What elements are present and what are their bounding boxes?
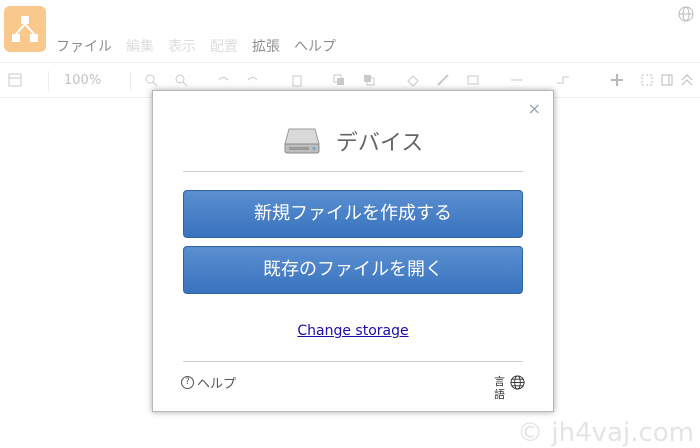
open-existing-file-button[interactable]: 既存のファイルを開く — [183, 246, 523, 294]
zoom-level[interactable]: 100% — [64, 73, 101, 88]
collapse-icon[interactable] — [680, 73, 694, 87]
divider — [183, 361, 523, 362]
app-logo — [4, 6, 46, 52]
watermark: © jh4vaj.com — [517, 418, 694, 448]
storage-dialog: × デバイス 新規ファイルを作成する 既存のファイルを開く Change sto… — [152, 90, 554, 412]
delete-icon[interactable] — [290, 73, 304, 87]
language-selector[interactable]: 言語 — [494, 375, 525, 401]
hard-drive-icon — [284, 128, 320, 154]
menu-bar: ファイル 編集 表示 配置 拡張 ヘルプ — [56, 36, 336, 56]
panel-icon[interactable] — [8, 73, 22, 87]
toolbar-divider — [130, 71, 131, 91]
help-link[interactable]: ? ヘルプ — [181, 373, 236, 392]
connection-icon[interactable] — [510, 73, 524, 87]
change-storage-link[interactable]: Change storage — [297, 323, 408, 339]
menu-extras[interactable]: 拡張 — [252, 36, 280, 56]
menu-arrange[interactable]: 配置 — [210, 36, 238, 56]
toolbar-divider — [48, 71, 49, 91]
line-color-icon[interactable] — [436, 73, 450, 87]
diagram-logo-icon — [12, 16, 38, 42]
zoom-in-icon[interactable] — [144, 73, 158, 87]
create-new-file-button[interactable]: 新規ファイルを作成する — [183, 190, 523, 238]
dialog-header: デバイス — [153, 125, 553, 161]
menu-file[interactable]: ファイル — [56, 36, 112, 56]
change-storage-row: Change storage — [153, 323, 553, 339]
fill-color-icon[interactable] — [406, 73, 420, 87]
help-icon: ? — [181, 376, 194, 389]
insert-icon[interactable] — [610, 73, 624, 87]
menu-edit[interactable]: 編集 — [126, 36, 154, 56]
undo-icon[interactable] — [216, 73, 230, 87]
close-button[interactable]: × — [528, 99, 541, 118]
zoom-out-icon[interactable] — [174, 73, 188, 87]
format-panel-icon[interactable] — [660, 73, 674, 87]
menu-help[interactable]: ヘルプ — [294, 36, 336, 56]
redo-icon[interactable] — [246, 73, 260, 87]
globe-icon — [510, 375, 525, 390]
shadow-icon[interactable] — [466, 73, 480, 87]
divider — [183, 171, 523, 172]
waypoints-icon[interactable] — [556, 73, 570, 87]
to-back-icon[interactable] — [362, 73, 376, 87]
help-label: ヘルプ — [197, 377, 237, 392]
globe-icon[interactable] — [678, 6, 694, 22]
menu-view[interactable]: 表示 — [168, 36, 196, 56]
fullscreen-icon[interactable] — [640, 73, 654, 87]
to-front-icon[interactable] — [332, 73, 346, 87]
dialog-title: デバイス — [335, 131, 424, 156]
language-label: 言語 — [494, 375, 505, 401]
